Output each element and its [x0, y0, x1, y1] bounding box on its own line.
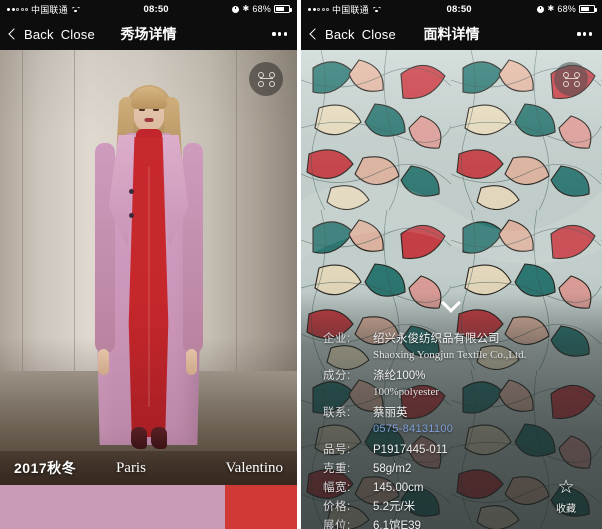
- alarm-icon: [537, 5, 545, 13]
- model-shoe-left: [130, 427, 147, 449]
- more-dots-icon[interactable]: [272, 32, 287, 36]
- wifi-icon: [71, 5, 80, 13]
- share-button[interactable]: [554, 62, 588, 96]
- status-right-group: ✱ 68%: [537, 4, 597, 14]
- company-value: 绍兴永俊纺织品有限公司: [373, 333, 500, 345]
- left-phone-screen: 中国联通 08:50 ✱ 68% Back Close 秀场详情 2017秋冬 …: [0, 0, 297, 529]
- width-label: 幅宽:: [323, 482, 351, 494]
- detail-row-contact: 联系: 蔡丽英: [323, 404, 586, 420]
- composition-label: 成分:: [323, 370, 351, 382]
- share-icon: [562, 71, 580, 87]
- pink-swatch[interactable]: [0, 485, 225, 529]
- contact-phone-link[interactable]: 0575-84131100: [373, 423, 586, 435]
- carrier-name: 中国联通: [332, 4, 369, 15]
- status-left-group: 中国联通: [308, 3, 381, 16]
- caption-season: 2017秋冬: [14, 460, 77, 476]
- signal-strength-icon: [308, 7, 329, 11]
- status-clock: 08:50: [446, 3, 472, 15]
- battery-percent: 68%: [557, 4, 576, 14]
- coat-button: [128, 189, 134, 194]
- battery-icon: [579, 5, 597, 13]
- model-hair-front: [130, 87, 167, 109]
- model-hand-right: [185, 349, 197, 375]
- close-button[interactable]: Close: [362, 27, 396, 42]
- battery-percent: 68%: [252, 4, 271, 14]
- favorite-label: 收藏: [556, 504, 576, 515]
- detail-row-booth: 展位: 6.1馆E39: [323, 517, 586, 529]
- company-value-en: Shaoxing Yongjun Textile Co.,Ltd.: [373, 349, 527, 361]
- star-outline-icon: ☆: [557, 477, 575, 498]
- red-swatch[interactable]: [225, 485, 297, 529]
- battery-icon: [274, 5, 292, 13]
- share-button[interactable]: [249, 62, 283, 96]
- contact-value: 蔡丽英: [373, 407, 408, 419]
- bluetooth-icon: ✱: [547, 4, 555, 13]
- left-nav-bar: Back Close 秀场详情: [0, 18, 297, 50]
- bluetooth-icon: ✱: [242, 4, 250, 13]
- screenshot-stage: 中国联通 08:50 ✱ 68% Back Close 秀场详情 2017秋冬 …: [0, 0, 602, 529]
- booth-value: 6.1馆E39: [373, 520, 421, 529]
- company-label: 企业:: [323, 333, 351, 345]
- carrier-name: 中国联通: [31, 4, 68, 15]
- caption-city: Paris: [115, 459, 146, 476]
- model-hand-left: [97, 349, 109, 375]
- color-swatch-bar: [0, 485, 297, 529]
- detail-row-composition: 成分: 涤纶100%: [323, 367, 586, 383]
- price-label: 价格:: [323, 501, 351, 513]
- weight-value: 58g/m2: [373, 463, 412, 475]
- more-dots-icon[interactable]: [577, 32, 592, 36]
- alarm-icon: [232, 5, 240, 13]
- runway-photo: 2017秋冬 Paris Valentino: [0, 50, 297, 529]
- wall-seam: [22, 50, 23, 376]
- detail-row-company: 企业: 绍兴永俊纺织品有限公司: [323, 330, 586, 346]
- runway-caption: 2017秋冬 Paris Valentino: [0, 454, 297, 482]
- close-button[interactable]: Close: [61, 27, 95, 42]
- composition-value-en: 100%polyester: [373, 386, 439, 398]
- detail-row-weight: 克重: 58g/m2: [323, 460, 586, 476]
- weight-label: 克重:: [323, 463, 351, 475]
- right-phone-screen: 中国联通 08:50 ✱ 68% Back Close 面料详情 企业: 绍兴永…: [301, 0, 602, 529]
- favorite-button[interactable]: ☆ 收藏: [544, 478, 588, 517]
- model-shoe-right: [150, 427, 167, 449]
- chevron-left-icon[interactable]: [309, 28, 321, 40]
- right-status-bar: 中国联通 08:50 ✱ 68%: [301, 0, 602, 18]
- status-clock: 08:50: [143, 3, 169, 15]
- right-nav-bar: Back Close 面料详情: [301, 18, 602, 50]
- runway-model: [74, 77, 224, 477]
- fabric-photo: 企业: 绍兴永俊纺织品有限公司 Shaoxing Yongjun Textile…: [301, 50, 602, 529]
- back-button[interactable]: Back: [325, 27, 355, 42]
- width-value: 145.00cm: [373, 482, 424, 494]
- price-value: 5.2元/米: [373, 501, 416, 513]
- signal-strength-icon: [7, 7, 28, 11]
- composition-value: 涤纶100%: [373, 370, 426, 382]
- contact-label: 联系:: [323, 407, 351, 419]
- model-lips: [144, 118, 153, 122]
- model-sleeve-left: [94, 143, 115, 353]
- item-no-value: P1917445-011: [373, 444, 448, 456]
- booth-label: 展位:: [323, 520, 351, 529]
- caption-brand: Valentino: [225, 459, 284, 476]
- coat-button: [128, 213, 134, 218]
- wifi-icon: [372, 5, 381, 13]
- detail-row-item-no: 品号: P1917445-011: [323, 441, 586, 457]
- nav-left-group: Back Close: [8, 27, 95, 42]
- nav-left-group: Back Close: [309, 27, 396, 42]
- back-button[interactable]: Back: [24, 27, 54, 42]
- chevron-down-icon[interactable]: [441, 296, 463, 308]
- chevron-left-icon[interactable]: [8, 28, 20, 40]
- item-no-label: 品号:: [323, 444, 351, 456]
- status-right-group: ✱ 68%: [232, 4, 292, 14]
- model-red-dress: [128, 137, 169, 437]
- wall-seam: [236, 50, 237, 376]
- share-icon: [257, 71, 275, 87]
- left-status-bar: 中国联通 08:50 ✱ 68%: [0, 0, 297, 18]
- status-left-group: 中国联通: [7, 3, 80, 16]
- model-sleeve-right: [182, 143, 203, 353]
